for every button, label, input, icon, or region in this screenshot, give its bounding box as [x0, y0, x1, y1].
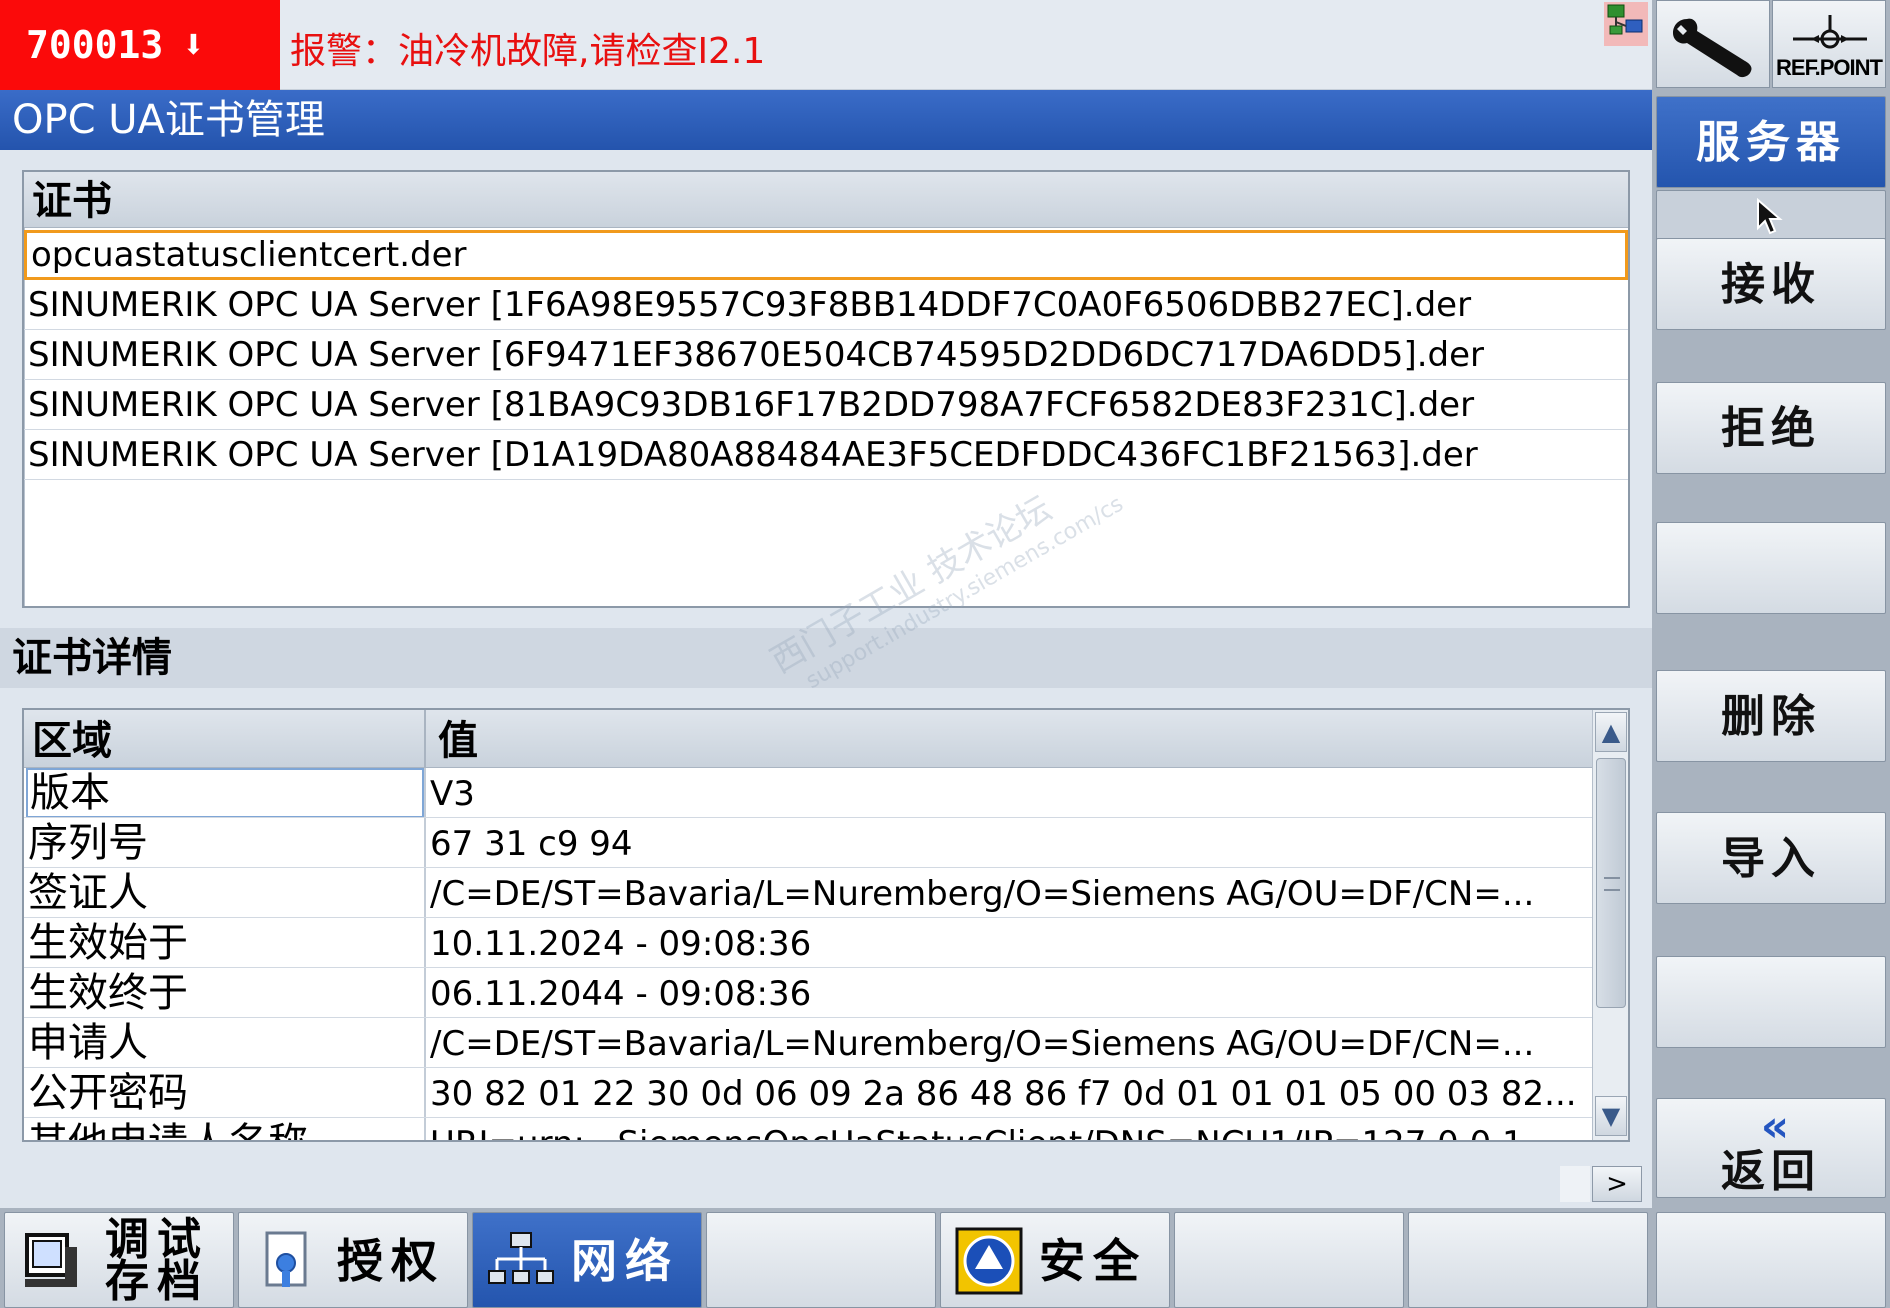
- certificate-row[interactable]: SINUMERIK OPC UA Server [81BA9C93DB16F17…: [24, 380, 1628, 430]
- details-row[interactable]: 生效始于 10.11.2024 - 09:08:36: [24, 918, 1592, 968]
- scroll-down-icon[interactable]: ▼: [1595, 1096, 1627, 1136]
- details-value: 06.11.2044 - 09:08:36: [430, 974, 812, 1014]
- reject-softkey[interactable]: 拒绝: [1656, 382, 1886, 474]
- blank-hkey-2[interactable]: [1174, 1212, 1404, 1308]
- certificate-list-header: 证书: [24, 172, 1628, 228]
- details-value: 67 31 c9 94: [430, 824, 633, 864]
- refpoint-button[interactable]: REF.POINT: [1772, 0, 1886, 88]
- details-row[interactable]: 签证人 /C=DE/ST=Bavaria/L=Nuremberg/O=Sieme…: [24, 868, 1592, 918]
- details-field: 申请人: [28, 1020, 148, 1066]
- details-field: 序列号: [28, 820, 148, 866]
- blank-softkey-2[interactable]: [1656, 522, 1886, 614]
- accept-softkey[interactable]: 接收: [1656, 238, 1886, 330]
- blank-softkey-3[interactable]: [1656, 956, 1886, 1048]
- wrench-icon: [1673, 18, 1752, 78]
- network-label: 网络: [571, 1234, 679, 1288]
- commissioning-archive-softkey[interactable]: 调试 存档: [4, 1212, 234, 1308]
- page-title: OPC UA证书管理: [0, 90, 1652, 150]
- certificate-row[interactable]: SINUMERIK OPC UA Server [6F9471EF38670E5…: [24, 330, 1628, 380]
- details-row[interactable]: 序列号 67 31 c9 94: [24, 818, 1592, 868]
- certificate-row[interactable]: SINUMERIK OPC UA Server [1F6A98E9557C93F…: [24, 280, 1628, 330]
- details-field: 生效终于: [28, 970, 188, 1016]
- column-header-field: 区域: [32, 718, 112, 764]
- back-softkey[interactable]: « 返回: [1656, 1098, 1886, 1198]
- certificate-row[interactable]: opcuastatusclientcert.der: [24, 230, 1628, 280]
- details-field: 版本: [26, 768, 424, 817]
- details-field: 签证人: [28, 870, 148, 916]
- scroll-up-icon[interactable]: ▲: [1595, 712, 1627, 752]
- cursor-icon: [1757, 198, 1783, 235]
- license-softkey[interactable]: 授权: [238, 1212, 468, 1308]
- commissioning-label: 调试 存档: [105, 1214, 209, 1307]
- details-value: URI=urn:...SiemensOpcUaStatusClient/DNS=…: [428, 1118, 1588, 1140]
- details-row[interactable]: 生效终于 06.11.2044 - 09:08:36: [24, 968, 1592, 1018]
- refpoint-label: REF.POINT: [1776, 55, 1883, 80]
- details-row[interactable]: 版本 V3: [24, 768, 1592, 818]
- blank-hkey-4[interactable]: [1656, 1212, 1886, 1308]
- security-label: 安全: [1039, 1234, 1147, 1288]
- details-value: 10.11.2024 - 09:08:36: [430, 924, 812, 964]
- security-softkey[interactable]: 安全: [940, 1212, 1170, 1308]
- security-icon: [955, 1227, 1023, 1295]
- details-row[interactable]: 公开密码 30 82 01 22 30 0d 06 09 2a 86 48 86…: [24, 1068, 1592, 1118]
- network-softkey[interactable]: 网络: [472, 1212, 702, 1308]
- details-field: 公开密码: [28, 1070, 188, 1116]
- commissioning-icon: [25, 1233, 77, 1287]
- delete-softkey[interactable]: 删除: [1656, 670, 1886, 762]
- back-chevron-icon: «: [1760, 1101, 1789, 1152]
- details-field: 其他申请人名称: [26, 1118, 424, 1140]
- details-value: V3: [430, 774, 475, 814]
- alarm-code[interactable]: 700013 ⬇: [0, 0, 280, 90]
- license-icon: [265, 1231, 307, 1287]
- column-header-value: 值: [438, 718, 478, 764]
- details-scrollbar[interactable]: ▲ ▼: [1592, 710, 1628, 1140]
- details-row[interactable]: 其他申请人名称 URI=urn:...SiemensOpcUaStatusCli…: [24, 1118, 1592, 1140]
- server-softkey[interactable]: 服务器: [1656, 96, 1886, 188]
- alarm-code-text: 700013: [26, 23, 164, 67]
- network-status-icon: [1604, 2, 1648, 46]
- details-row[interactable]: 申请人 /C=DE/ST=Bavaria/L=Nuremberg/O=Sieme…: [24, 1018, 1592, 1068]
- blank-hkey-3[interactable]: [1408, 1212, 1648, 1308]
- details-value: 30 82 01 22 30 0d 06 09 2a 86 48 86 f7 0…: [430, 1074, 1577, 1114]
- refpoint-icon: [1793, 15, 1867, 49]
- page-nav-spacer: [1560, 1166, 1590, 1202]
- network-icon: [488, 1232, 554, 1284]
- certificate-row[interactable]: SINUMERIK OPC UA Server [D1A19DA80A88484…: [24, 430, 1628, 480]
- details-value: /C=DE/ST=Bavaria/L=Nuremberg/O=Siemens A…: [430, 1024, 1535, 1064]
- details-table-header: 区域 值: [24, 710, 1592, 768]
- next-page-button[interactable]: >: [1592, 1166, 1642, 1202]
- details-value: /C=DE/ST=Bavaria/L=Nuremberg/O=Siemens A…: [430, 874, 1535, 914]
- wrench-button[interactable]: [1656, 0, 1770, 88]
- alarm-arrow-icon: ⬇: [181, 22, 206, 68]
- license-label: 授权: [337, 1234, 445, 1288]
- certificate-list: 证书 opcuastatusclientcert.der SINUMERIK O…: [22, 170, 1630, 608]
- alarm-message: 报警：油冷机故障,请检查I2.1: [290, 31, 766, 72]
- certificate-details-table: 区域 值 版本 V3 序列号 67 31 c9 94 签证人 /C=DE/ST=…: [22, 708, 1630, 1142]
- blank-hkey-1[interactable]: [706, 1212, 936, 1308]
- details-field: 生效始于: [28, 920, 188, 966]
- scrollbar-thumb[interactable]: [1596, 758, 1626, 1008]
- back-label: 返回: [1721, 1146, 1821, 1197]
- import-softkey[interactable]: 导入: [1656, 812, 1886, 904]
